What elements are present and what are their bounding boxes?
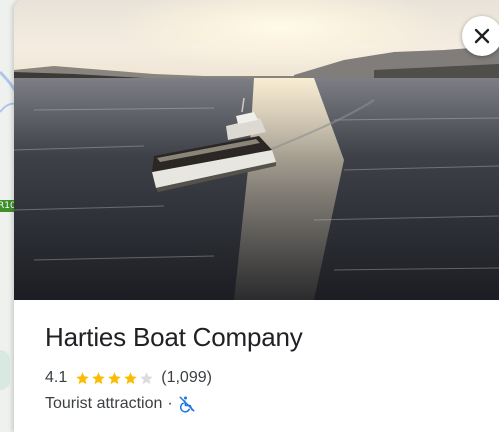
star-icon [124, 371, 137, 384]
category-row: Tourist attraction · [45, 394, 196, 414]
route-label: R10 [0, 200, 14, 212]
review-count[interactable]: (1,099) [161, 369, 212, 387]
star-icon [140, 371, 153, 384]
rating-value: 4.1 [45, 369, 68, 386]
close-icon [474, 28, 490, 44]
separator-dot: · [167, 395, 173, 412]
place-photo[interactable] [14, 0, 499, 300]
star-icon [108, 371, 121, 384]
map-bubble [0, 350, 10, 390]
rating-row[interactable]: 4.1 (1,099) [45, 368, 212, 388]
place-category[interactable]: Tourist attraction [45, 395, 162, 413]
boat-photo-image [14, 0, 499, 300]
place-card: Harties Boat Company 4.1 (1,099) Tourist… [14, 0, 499, 432]
rating-stars [75, 371, 155, 386]
no-wheelchair-access-icon[interactable] [178, 395, 196, 413]
star-icon [92, 371, 105, 384]
place-title: Harties Boat Company [45, 322, 303, 352]
close-button[interactable] [462, 16, 499, 56]
star-icon [76, 371, 89, 384]
